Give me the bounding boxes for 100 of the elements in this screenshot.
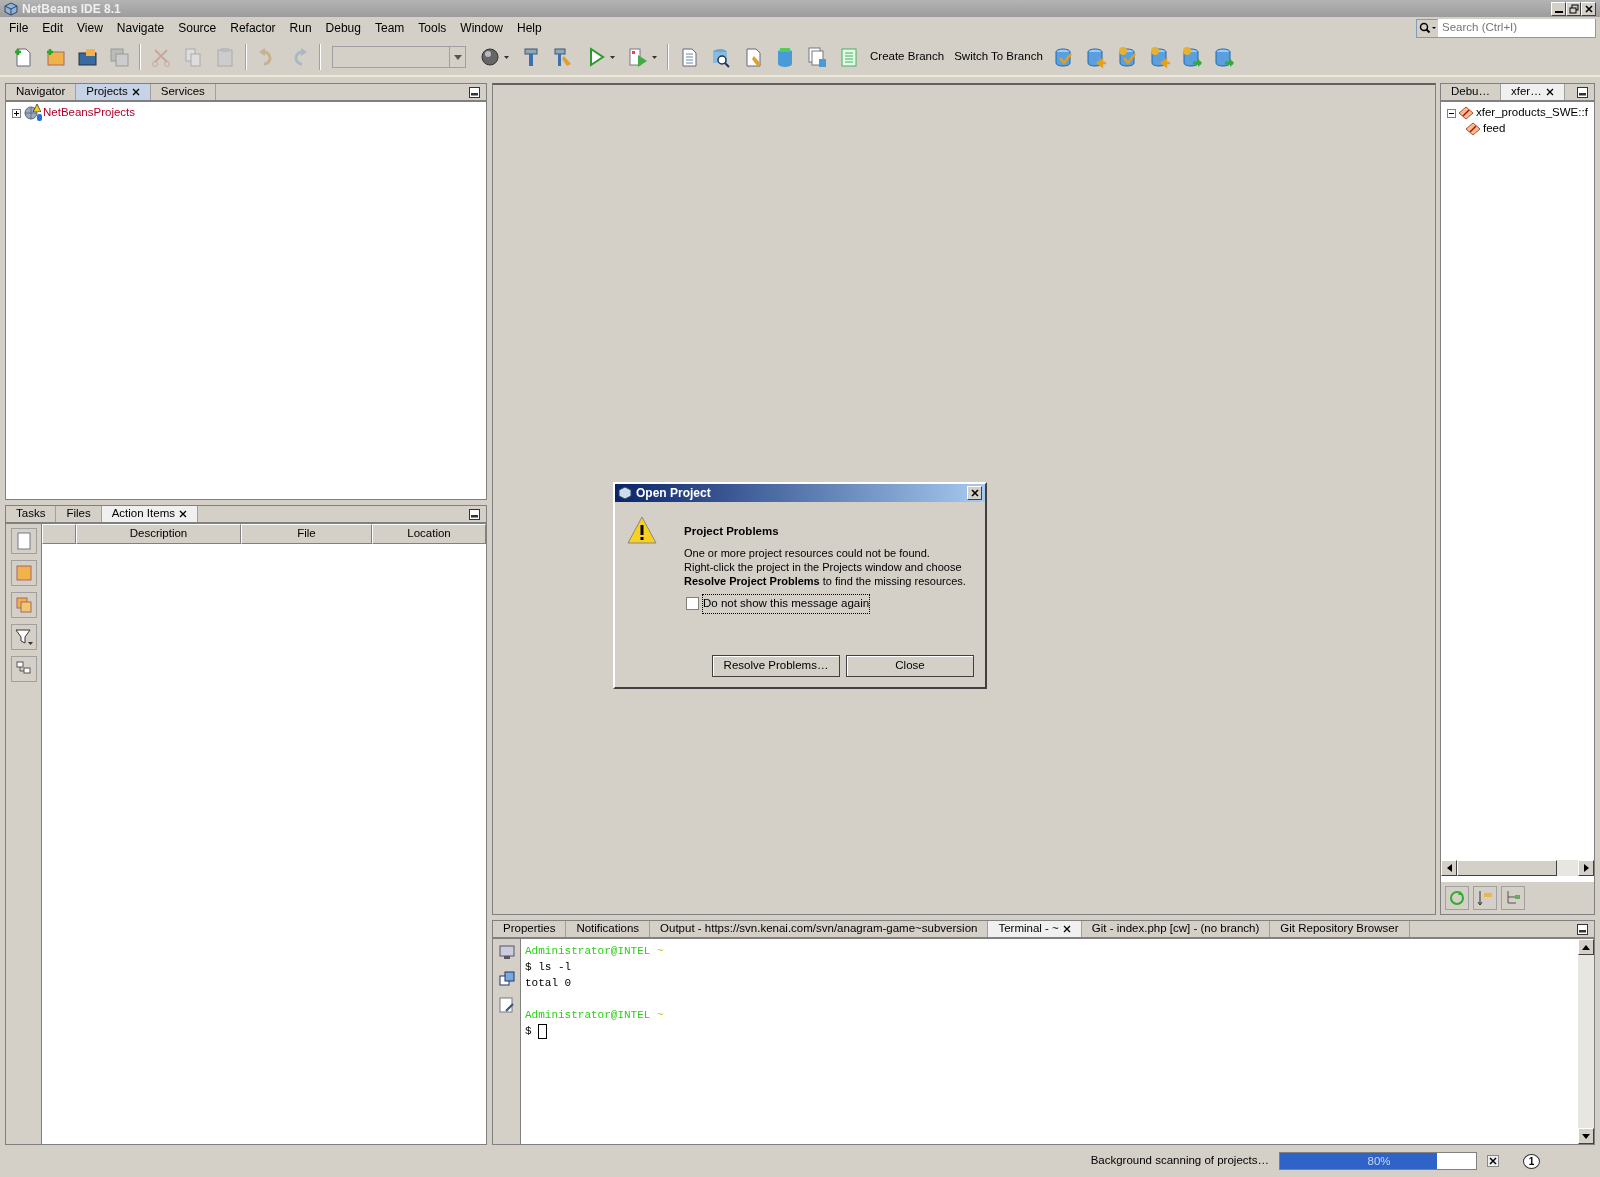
windows-button[interactable] — [496, 969, 517, 989]
minimize-icon[interactable] — [469, 508, 480, 520]
minimize-button[interactable] — [1551, 1, 1566, 16]
column-header[interactable] — [42, 524, 76, 544]
close-icon[interactable] — [1545, 88, 1554, 96]
terminal-line: Administrator@INTEL ~ — [525, 944, 665, 959]
menu-item[interactable]: Debug — [318, 19, 368, 37]
collapse-icon[interactable] — [1447, 108, 1456, 118]
tree-item[interactable]: NetBeansProjects — [43, 104, 136, 122]
wrench-document-icon — [497, 996, 516, 1014]
menu-item[interactable]: Source — [171, 19, 224, 37]
wrench-document-button[interactable] — [496, 995, 517, 1015]
menu-item[interactable]: Tools — [411, 19, 454, 37]
menu-item[interactable]: Refactor — [223, 19, 283, 37]
open-folder-icon — [76, 46, 98, 68]
expand-icon[interactable] — [12, 108, 21, 118]
checkbox[interactable] — [686, 597, 699, 611]
broken-node-icon — [1465, 122, 1481, 136]
minimize-icon[interactable] — [469, 86, 480, 98]
toolbar-button[interactable]: Create Branch — [866, 48, 949, 66]
close-button[interactable] — [1581, 1, 1596, 16]
note-button[interactable] — [10, 560, 37, 586]
menu-item[interactable]: Edit — [35, 19, 71, 37]
terminal-line: total 0 — [525, 976, 573, 991]
restore-icon — [1568, 3, 1579, 14]
search-icon — [1418, 22, 1437, 34]
panel-tab[interactable]: Projects — [76, 84, 151, 100]
database-export-icon — [1212, 46, 1235, 68]
hammer-broom-icon — [552, 46, 574, 68]
right-arrow-icon — [1583, 864, 1589, 872]
warning-icon — [33, 104, 41, 112]
close-icon[interactable] — [1062, 925, 1071, 933]
search-field[interactable]: Search (Ctrl+I) — [1416, 18, 1596, 38]
minimize-icon[interactable] — [1577, 923, 1588, 935]
menu-item[interactable]: Team — [368, 19, 412, 37]
database-check-icon — [1052, 46, 1075, 68]
terminal-line: $ ls -l — [525, 960, 573, 975]
broken-package-icon — [1458, 106, 1474, 120]
caret-icon — [453, 54, 462, 60]
close-icon — [1583, 3, 1594, 14]
sort-icon — [1476, 889, 1494, 907]
column-header[interactable]: Location — [372, 524, 486, 544]
filter-button[interactable] — [10, 624, 37, 650]
documents-database-icon — [806, 46, 828, 68]
minimize-icon[interactable] — [1577, 86, 1588, 98]
tree-view-button[interactable] — [1501, 886, 1525, 910]
tree-view-button[interactable] — [10, 656, 37, 682]
dialog-button[interactable]: Resolve Problems… — [712, 655, 840, 677]
gear-database-export-icon — [1180, 46, 1203, 68]
menu-item[interactable]: Help — [510, 19, 549, 37]
close-icon — [969, 488, 980, 498]
paste-icon — [214, 46, 236, 68]
column-header[interactable]: File — [241, 524, 372, 544]
restore-button[interactable] — [1566, 1, 1581, 16]
debug-icon — [627, 46, 657, 68]
checkbox-label[interactable]: Do not show this message again — [703, 595, 870, 613]
refresh-icon — [1448, 889, 1466, 907]
dialog-title: Open Project — [636, 485, 711, 502]
dialog-message: One or more project resources could not be found. Right-click the project in the Projects window and choose Resolve Project Problems to find the missing resources. — [684, 546, 966, 589]
progress-label: 80% — [1366, 1154, 1392, 1169]
configuration-dropdown[interactable] — [332, 46, 466, 68]
down-arrow-icon — [1582, 1133, 1590, 1139]
panel-tab[interactable]: xfer… — [1501, 84, 1565, 100]
new-file-icon — [12, 46, 34, 68]
window-title: NetBeans IDE 8.1 — [22, 0, 121, 18]
tree-item[interactable]: xfer_products_SWE::f — [1476, 104, 1588, 122]
menu-item[interactable]: Run — [282, 19, 319, 37]
left-arrow-icon — [1446, 864, 1452, 872]
sort-button[interactable] — [1473, 886, 1497, 910]
panel-tab[interactable]: Action Items — [101, 506, 198, 522]
column-header[interactable]: Description — [76, 524, 241, 544]
notification-bubble[interactable]: 1 — [1523, 1153, 1540, 1169]
scroll-thumb[interactable] — [1457, 860, 1557, 876]
scissors-icon — [150, 46, 172, 68]
app-logo-icon — [4, 1, 18, 16]
cancel-icon[interactable] — [1487, 1155, 1499, 1167]
monitor-icon — [497, 944, 516, 962]
close-icon[interactable] — [131, 88, 140, 96]
stacked-documents-button[interactable] — [10, 592, 37, 618]
panel-tab[interactable]: Terminal - ~ — [988, 921, 1082, 937]
document-button[interactable] — [10, 528, 37, 554]
windows-icon — [497, 970, 516, 988]
close-icon[interactable] — [178, 510, 187, 518]
tree-item[interactable]: feed — [1483, 120, 1506, 138]
dialog-button[interactable]: Close — [846, 655, 974, 677]
menu-item[interactable]: View — [70, 19, 110, 37]
text-cursor — [537, 1023, 547, 1039]
magnifier-database-icon — [710, 46, 732, 68]
menu-item[interactable]: Navigate — [109, 19, 172, 37]
status-text: Background scanning of projects… — [1090, 1153, 1269, 1169]
gear-database-arrow-icon — [1148, 46, 1171, 68]
tree-view-icon — [1504, 889, 1522, 907]
menu-item[interactable]: File — [2, 19, 36, 37]
minimize-icon — [1554, 10, 1563, 13]
menu-item[interactable]: Window — [453, 19, 511, 37]
new-project-icon — [44, 46, 66, 68]
refresh-button[interactable] — [1445, 886, 1469, 910]
toolbar-button[interactable]: Switch To Branch — [950, 48, 1047, 66]
filter-icon — [14, 628, 33, 646]
close-button[interactable] — [967, 486, 982, 500]
